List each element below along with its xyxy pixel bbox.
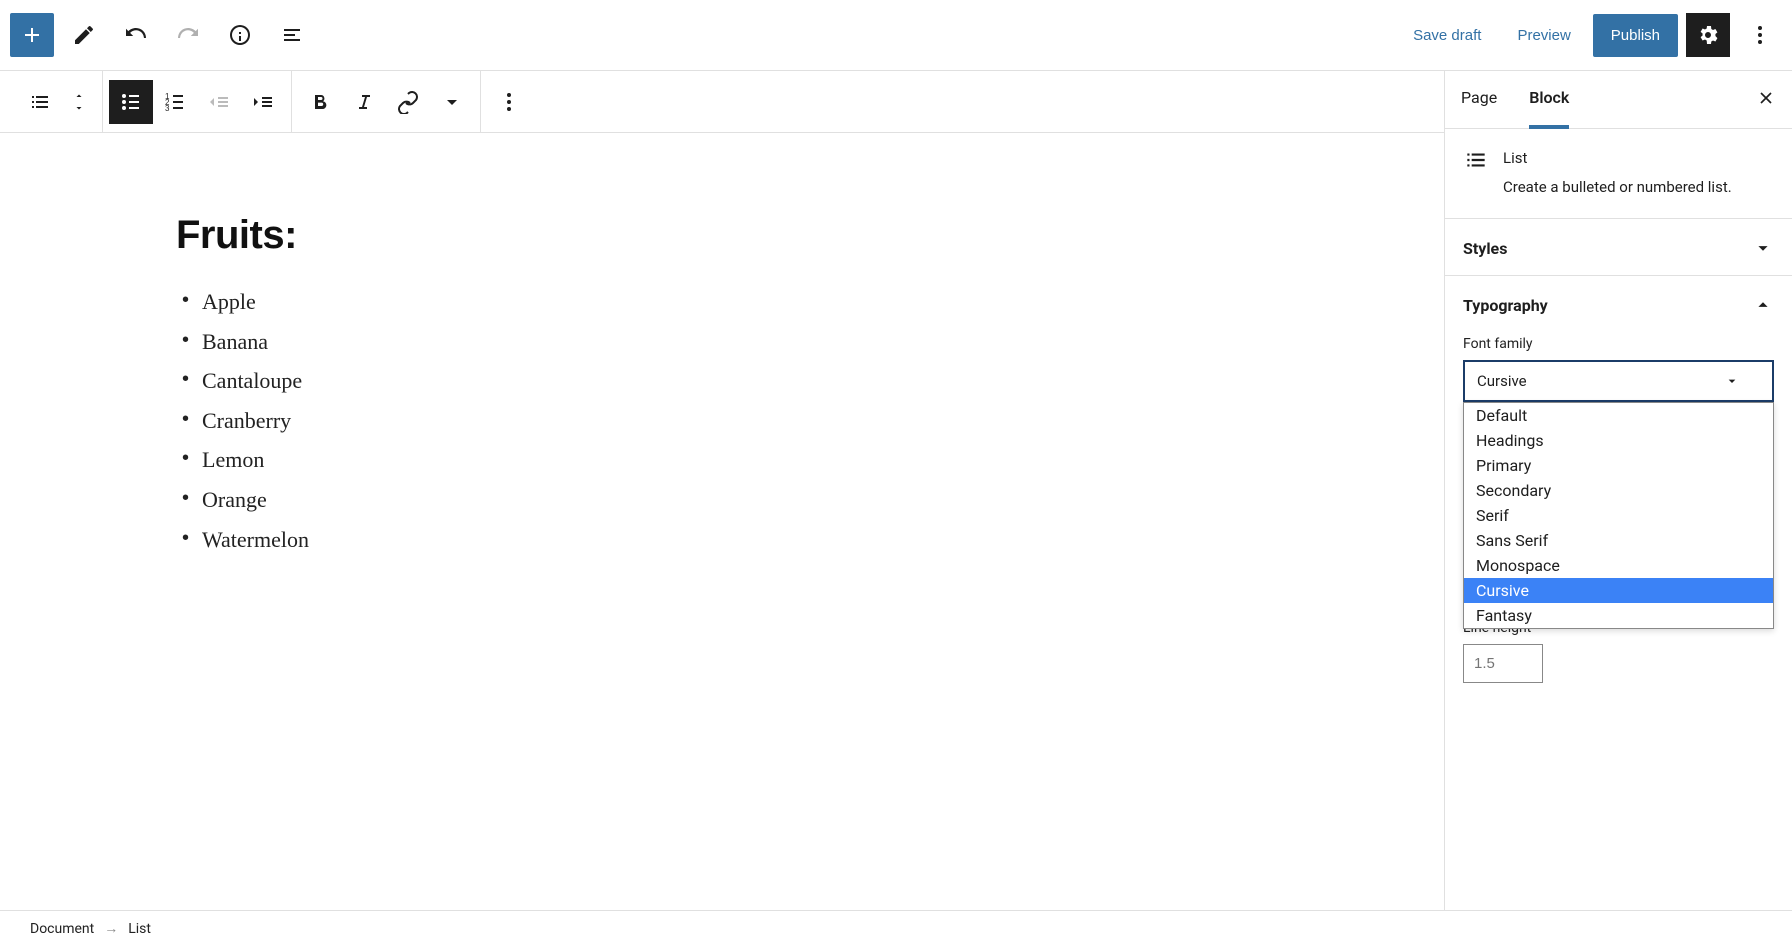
indent-button[interactable] xyxy=(241,80,285,124)
indent-icon xyxy=(251,90,275,114)
styles-panel-title: Styles xyxy=(1463,239,1507,258)
font-family-dropdown[interactable]: DefaultHeadingsPrimarySecondarySerifSans… xyxy=(1463,402,1774,629)
block-info-panel: List Create a bulleted or numbered list. xyxy=(1445,129,1792,219)
editor-header: Save draft Preview Publish xyxy=(0,0,1792,71)
heading-text[interactable]: Fruits: xyxy=(176,213,896,258)
unordered-list-button[interactable] xyxy=(109,80,153,124)
breadcrumb-arrow-icon: → xyxy=(104,920,118,937)
info-icon xyxy=(228,23,252,47)
font-family-label: Font family xyxy=(1463,336,1774,352)
font-option[interactable]: Serif xyxy=(1464,503,1773,528)
more-menu-button[interactable] xyxy=(1738,13,1782,57)
info-button[interactable] xyxy=(218,13,262,57)
list-item[interactable]: Watermelon xyxy=(176,520,896,560)
close-sidebar-button[interactable] xyxy=(1756,88,1776,112)
edit-mode-button[interactable] xyxy=(62,13,106,57)
preview-button[interactable]: Preview xyxy=(1503,17,1584,54)
list-item[interactable]: Lemon xyxy=(176,440,896,480)
kebab-icon xyxy=(1748,23,1772,47)
outdent-button[interactable] xyxy=(197,80,241,124)
typography-panel-title: Typography xyxy=(1463,296,1548,315)
header-left-tools xyxy=(10,13,314,57)
bullet-list-icon xyxy=(119,90,143,114)
redo-button[interactable] xyxy=(166,13,210,57)
italic-button[interactable] xyxy=(342,80,386,124)
line-height-input[interactable] xyxy=(1463,644,1543,683)
bold-icon xyxy=(308,90,332,114)
chevron-down-icon xyxy=(1724,373,1740,389)
list-item[interactable]: Orange xyxy=(176,480,896,520)
font-option[interactable]: Primary xyxy=(1464,453,1773,478)
font-family-value: Cursive xyxy=(1477,372,1527,390)
list-item[interactable]: Cantaloupe xyxy=(176,361,896,401)
font-option[interactable]: Headings xyxy=(1464,428,1773,453)
chevron-up-icon xyxy=(1752,294,1774,316)
block-type-switch-button[interactable] xyxy=(18,80,62,124)
typography-panel: Typography Font family Cursive DefaultHe… xyxy=(1445,276,1792,683)
settings-sidebar: Page Block List Create a bulleted or num… xyxy=(1444,71,1792,910)
chevron-down-icon xyxy=(70,102,88,114)
styles-panel: Styles xyxy=(1445,219,1792,276)
publish-button[interactable]: Publish xyxy=(1593,14,1678,57)
editor-canvas[interactable]: Fruits: Apple Banana Cantaloupe Cranberr… xyxy=(0,133,1444,910)
gear-icon xyxy=(1696,23,1720,47)
redo-icon xyxy=(176,23,200,47)
numbered-list-icon: 123 xyxy=(163,90,187,114)
undo-icon xyxy=(124,23,148,47)
outline-icon xyxy=(280,23,304,47)
breadcrumb-footer: Document → List xyxy=(0,910,1792,946)
kebab-icon xyxy=(497,90,521,114)
font-family-selected[interactable]: Cursive xyxy=(1463,360,1774,402)
plus-icon xyxy=(20,23,44,47)
tab-block[interactable]: Block xyxy=(1529,70,1569,129)
font-option[interactable]: Default xyxy=(1464,403,1773,428)
tab-page[interactable]: Page xyxy=(1461,70,1497,129)
list-block-icon xyxy=(28,90,52,114)
undo-button[interactable] xyxy=(114,13,158,57)
link-button[interactable] xyxy=(386,80,430,124)
close-icon xyxy=(1756,88,1776,108)
chevron-down-icon xyxy=(440,90,464,114)
add-block-button[interactable] xyxy=(10,13,54,57)
more-formatting-button[interactable] xyxy=(430,80,474,124)
outline-button[interactable] xyxy=(270,13,314,57)
breadcrumb-list[interactable]: List xyxy=(128,921,151,937)
font-option[interactable]: Sans Serif xyxy=(1464,528,1773,553)
font-option[interactable]: Fantasy xyxy=(1464,603,1773,628)
list-item[interactable]: Banana xyxy=(176,322,896,362)
ordered-list-button[interactable]: 123 xyxy=(153,80,197,124)
svg-text:3: 3 xyxy=(165,104,170,113)
font-family-select[interactable]: Cursive DefaultHeadingsPrimarySecondaryS… xyxy=(1463,360,1774,402)
styles-panel-toggle[interactable]: Styles xyxy=(1463,237,1774,275)
font-option[interactable]: Monospace xyxy=(1464,553,1773,578)
link-icon xyxy=(396,90,420,114)
chevron-up-icon xyxy=(70,90,88,102)
sidebar-tabs: Page Block xyxy=(1445,71,1792,129)
list-block[interactable]: Apple Banana Cantaloupe Cranberry Lemon … xyxy=(176,282,896,559)
typography-panel-toggle[interactable]: Typography xyxy=(1463,294,1774,328)
save-draft-button[interactable]: Save draft xyxy=(1399,17,1495,54)
bold-button[interactable] xyxy=(298,80,342,124)
list-block-icon xyxy=(1463,147,1489,173)
move-handle[interactable] xyxy=(62,80,96,124)
font-option[interactable]: Secondary xyxy=(1464,478,1773,503)
block-toolbar: 123 xyxy=(0,71,1444,133)
block-type-description: Create a bulleted or numbered list. xyxy=(1503,178,1732,196)
italic-icon xyxy=(352,90,376,114)
breadcrumb-document[interactable]: Document xyxy=(30,921,94,937)
chevron-down-icon xyxy=(1752,237,1774,259)
font-option[interactable]: Cursive xyxy=(1464,578,1773,603)
header-right-actions: Save draft Preview Publish xyxy=(1399,13,1782,57)
list-item[interactable]: Apple xyxy=(176,282,896,322)
block-type-title: List xyxy=(1503,147,1732,170)
block-more-button[interactable] xyxy=(487,80,531,124)
pencil-icon xyxy=(72,23,96,47)
settings-button[interactable] xyxy=(1686,13,1730,57)
outdent-icon xyxy=(207,90,231,114)
list-item[interactable]: Cranberry xyxy=(176,401,896,441)
